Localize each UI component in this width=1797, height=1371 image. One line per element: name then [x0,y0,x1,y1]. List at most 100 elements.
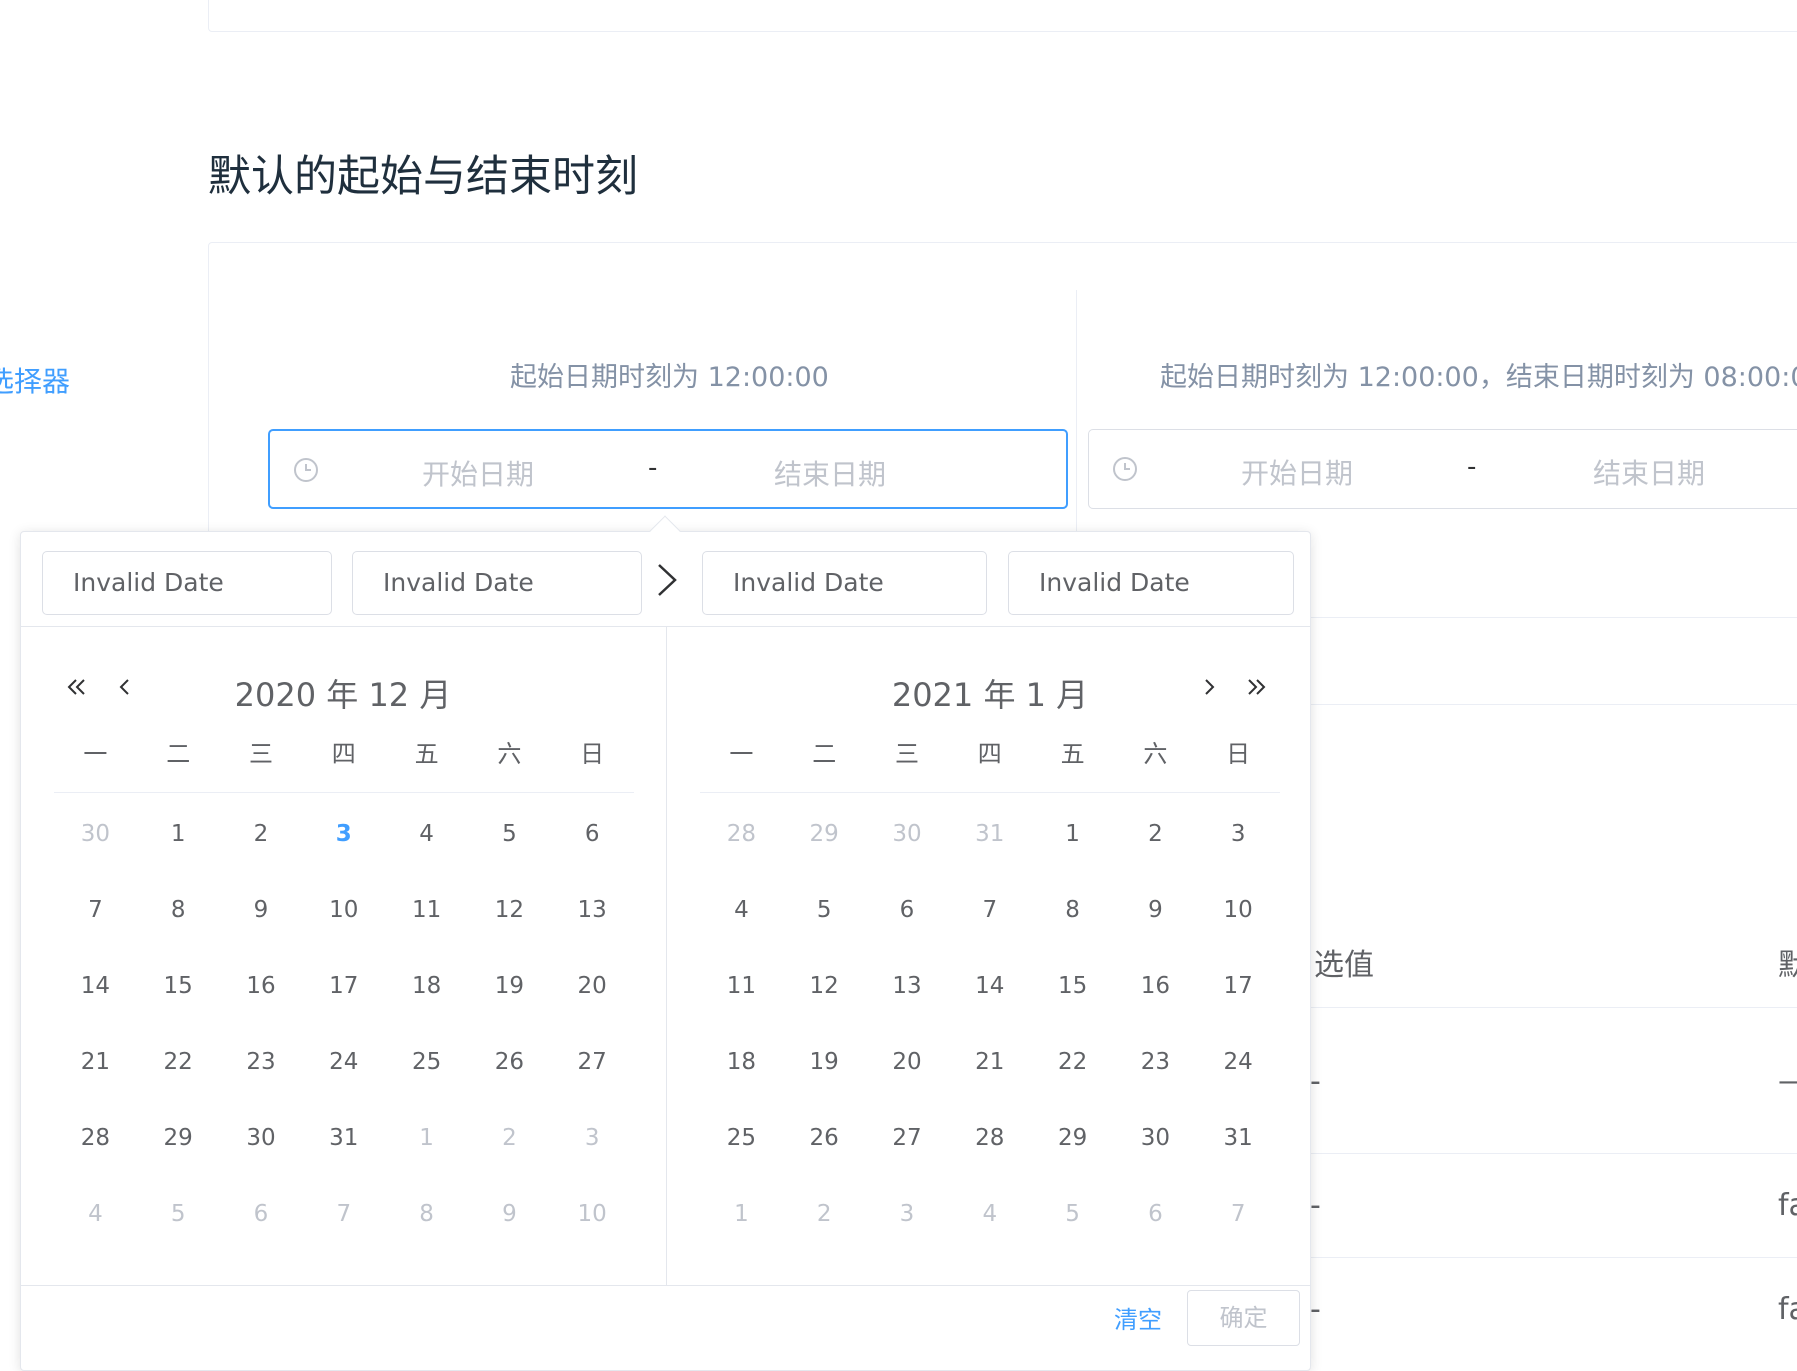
calendar-day[interactable]: 17 [1197,948,1280,1024]
calendar-day-other-month[interactable]: 29 [783,796,866,872]
calendar-day[interactable]: 20 [551,948,634,1024]
calendar-day[interactable]: 15 [137,948,220,1024]
clear-button[interactable]: 清空 [1114,1300,1162,1335]
calendar-day-other-month[interactable]: 2 [783,1176,866,1252]
calendar-day[interactable]: 18 [700,1024,783,1100]
calendar-day[interactable]: 31 [1197,1100,1280,1176]
calendar-day[interactable]: 4 [385,796,468,872]
calendar-day[interactable]: 1 [137,796,220,872]
calendar-day[interactable]: 16 [1114,948,1197,1024]
calendar-day[interactable]: 26 [783,1100,866,1176]
calendar-day-other-month[interactable]: 30 [866,796,949,872]
calendar-day[interactable]: 19 [783,1024,866,1100]
calendar-day[interactable]: 6 [866,872,949,948]
calendar-day[interactable]: 1 [1031,796,1114,872]
calendar-day[interactable]: 28 [948,1100,1031,1176]
calendar-day-other-month[interactable]: 7 [1197,1176,1280,1252]
calendar-day-other-month[interactable]: 5 [137,1176,220,1252]
start-time-input[interactable]: Invalid Date [352,551,642,615]
calendar-day-other-month[interactable]: 1 [385,1100,468,1176]
calendar-day[interactable]: 5 [783,872,866,948]
calendar-day[interactable]: 23 [220,1024,303,1100]
calendar-day[interactable]: 20 [866,1024,949,1100]
calendar-day-other-month[interactable]: 6 [220,1176,303,1252]
calendar-day[interactable]: 29 [1031,1100,1114,1176]
calendar-day[interactable]: 6 [551,796,634,872]
calendar-day-other-month[interactable]: 4 [948,1176,1031,1252]
calendar-day-other-month[interactable]: 2 [468,1100,551,1176]
calendar-day-other-month[interactable]: 3 [551,1100,634,1176]
start-date-placeholder[interactable]: 开始日期 [422,453,534,493]
calendar-day-other-month[interactable]: 9 [468,1176,551,1252]
calendar-day[interactable]: 29 [137,1100,220,1176]
calendar-day[interactable]: 22 [137,1024,220,1100]
calendar-day[interactable]: 10 [1197,872,1280,948]
calendar-day[interactable]: 28 [54,1100,137,1176]
calendar-day[interactable]: 9 [220,872,303,948]
calendar-day[interactable]: 11 [385,872,468,948]
calendar-day[interactable]: 7 [948,872,1031,948]
calendar-day[interactable]: 31 [302,1100,385,1176]
calendar-day-other-month[interactable]: 6 [1114,1176,1197,1252]
calendar-day[interactable]: 25 [700,1100,783,1176]
calendar-day-other-month[interactable]: 5 [1031,1176,1114,1252]
calendar-day[interactable]: 17 [302,948,385,1024]
start-date-input[interactable]: Invalid Date [42,551,332,615]
calendar-day[interactable]: 24 [302,1024,385,1100]
calendar-day[interactable]: 9 [1114,872,1197,948]
calendar-day[interactable]: 22 [1031,1024,1114,1100]
calendar-day[interactable]: 16 [220,948,303,1024]
calendar-day[interactable]: 2 [1114,796,1197,872]
calendar-day-today[interactable]: 3 [302,796,385,872]
calendar-day[interactable]: 25 [385,1024,468,1100]
calendar-day[interactable]: 12 [783,948,866,1024]
chevron-left-icon[interactable] [110,672,140,702]
calendar-day[interactable]: 19 [468,948,551,1024]
calendar-day[interactable]: 14 [948,948,1031,1024]
calendar-day[interactable]: 12 [468,872,551,948]
calendar-day[interactable]: 15 [1031,948,1114,1024]
end-date-placeholder[interactable]: 结束日期 [774,453,886,493]
calendar-day-other-month[interactable]: 8 [385,1176,468,1252]
calendar-day[interactable]: 30 [220,1100,303,1176]
calendar-day-other-month[interactable]: 4 [54,1176,137,1252]
chevron-right-icon[interactable] [1194,672,1224,702]
calendar-day[interactable]: 5 [468,796,551,872]
calendar-day[interactable]: 21 [54,1024,137,1100]
calendar-day[interactable]: 7 [54,872,137,948]
date-range-input-right[interactable]: 开始日期 - 结束日期 [1088,429,1797,509]
calendar-day[interactable]: 30 [1114,1100,1197,1176]
calendar-day[interactable]: 26 [468,1024,551,1100]
sidebar-link[interactable]: 选择器 [0,360,70,400]
calendar-day-other-month[interactable]: 7 [302,1176,385,1252]
calendar-day[interactable]: 21 [948,1024,1031,1100]
calendar-day[interactable]: 13 [866,948,949,1024]
calendar-day[interactable]: 2 [220,796,303,872]
calendar-day[interactable]: 27 [551,1024,634,1100]
calendar-day[interactable]: 13 [551,872,634,948]
calendar-day[interactable]: 27 [866,1100,949,1176]
calendar-day[interactable]: 8 [137,872,220,948]
calendar-day[interactable]: 4 [700,872,783,948]
calendar-day[interactable]: 3 [1197,796,1280,872]
end-date-placeholder[interactable]: 结束日期 [1593,452,1705,492]
calendar-day[interactable]: 18 [385,948,468,1024]
calendar-day[interactable]: 11 [700,948,783,1024]
calendar-day[interactable]: 24 [1197,1024,1280,1100]
calendar-day-other-month[interactable]: 28 [700,796,783,872]
calendar-day[interactable]: 23 [1114,1024,1197,1100]
calendar-day-other-month[interactable]: 3 [866,1176,949,1252]
double-chevron-left-icon[interactable] [62,672,92,702]
calendar-day[interactable]: 8 [1031,872,1114,948]
end-date-input[interactable]: Invalid Date [702,551,987,615]
end-time-input[interactable]: Invalid Date [1008,551,1294,615]
start-date-placeholder[interactable]: 开始日期 [1241,452,1353,492]
calendar-day[interactable]: 10 [302,872,385,948]
date-range-input-left[interactable]: 开始日期 - 结束日期 [268,429,1068,509]
calendar-day[interactable]: 14 [54,948,137,1024]
confirm-button[interactable]: 确定 [1187,1290,1300,1346]
calendar-day-other-month[interactable]: 10 [551,1176,634,1252]
calendar-day-other-month[interactable]: 1 [700,1176,783,1252]
calendar-day-other-month[interactable]: 30 [54,796,137,872]
calendar-day-other-month[interactable]: 31 [948,796,1031,872]
